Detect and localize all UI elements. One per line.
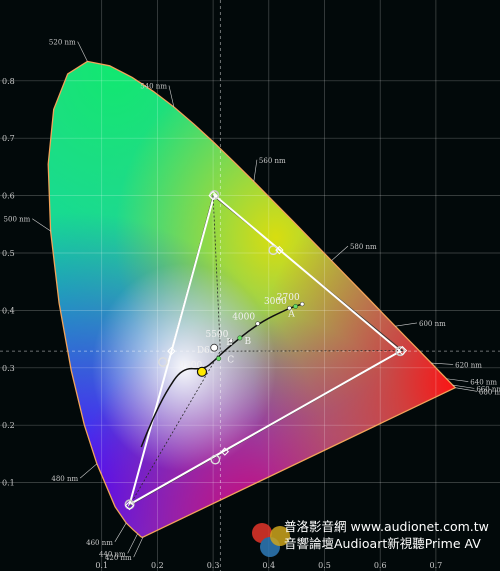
x-tick-label: 0.3 xyxy=(207,561,220,570)
x-tick-label: 0.4 xyxy=(262,561,275,570)
y-tick-label: 0.3 xyxy=(2,364,15,373)
wavelength-label: 560 nm xyxy=(259,157,286,165)
x-tick-label: 0.5 xyxy=(318,561,331,570)
illuminant-label: A xyxy=(287,309,295,319)
y-tick-label: 0.6 xyxy=(2,192,15,201)
y-tick-label: 0.2 xyxy=(2,421,15,430)
cie-chromaticity-chart: 420 nm440 nm460 nm480 nm500 nm520 nm540 … xyxy=(0,0,500,571)
wavelength-leader-line xyxy=(114,522,127,542)
wavelength-leader-line xyxy=(395,322,418,327)
temperature-label: 2700 xyxy=(277,293,300,303)
watermark-line-1: 普洛影音網 www.audionet.com.tw xyxy=(284,519,489,534)
temperature-label: 4000 xyxy=(232,313,255,323)
y-tick-label: 0.5 xyxy=(2,249,15,258)
y-tick-label: 0.8 xyxy=(2,77,15,86)
x-axis-ticks: 0.1 0.2 0.3 0.4 0.5 0.6 0.7 xyxy=(95,561,442,570)
wavelength-label: 680 nm xyxy=(479,388,500,396)
illuminant-label: C xyxy=(227,356,234,366)
watermark: 普洛影音網 www.audionet.com.tw 音響論壇Audioart新視… xyxy=(252,519,489,557)
wavelength-leader-line xyxy=(253,159,258,182)
x-tick-label: 0.2 xyxy=(151,561,164,570)
wavelength-label: 540 nm xyxy=(140,83,167,91)
wavelength-label: 460 nm xyxy=(86,539,113,547)
wavelength-leader-line xyxy=(431,362,454,365)
wavelength-leader-line xyxy=(133,537,144,558)
illuminant-marker xyxy=(293,303,298,309)
temperature-marker xyxy=(255,321,260,326)
illuminant-marker xyxy=(237,335,243,341)
wavelength-label: 620 nm xyxy=(455,361,482,369)
wavelength-leader-line xyxy=(127,533,138,554)
wavelength-label: 580 nm xyxy=(350,243,377,251)
wavelength-leader-line xyxy=(331,245,349,261)
illuminant-label: B xyxy=(245,337,252,347)
x-tick-label: 0.7 xyxy=(430,561,443,570)
wavelength-label: 520 nm xyxy=(49,39,76,47)
temperature-marker xyxy=(299,301,305,307)
whitepoint-measured-marker xyxy=(196,366,208,377)
wavelength-label: 480 nm xyxy=(51,475,78,483)
illuminant-label: E xyxy=(226,338,233,348)
temperature-label: 5500 xyxy=(205,330,228,340)
wavelength-label: 500 nm xyxy=(4,216,31,224)
illuminant-marker xyxy=(216,356,222,362)
y-axis-ticks: 0.1 0.2 0.3 0.4 0.5 0.6 0.7 0.8 xyxy=(2,77,15,488)
whitepoint-target-marker xyxy=(210,343,219,352)
wavelength-leader-line xyxy=(32,218,51,232)
wavelength-leader-line xyxy=(77,41,88,62)
y-tick-label: 0.4 xyxy=(2,306,15,315)
y-tick-label: 0.7 xyxy=(2,134,15,143)
x-tick-label: 0.1 xyxy=(95,561,108,570)
wavelength-label: 600 nm xyxy=(419,320,446,328)
wavelength-leader-line xyxy=(446,378,469,382)
wavelength-leader-line xyxy=(79,463,98,479)
x-tick-label: 0.6 xyxy=(374,561,387,570)
watermark-line-2: 音響論壇Audioart新視聽Prime AV xyxy=(284,536,481,551)
y-tick-label: 0.1 xyxy=(2,479,15,488)
wavelength-label: 440 nm xyxy=(99,550,126,558)
